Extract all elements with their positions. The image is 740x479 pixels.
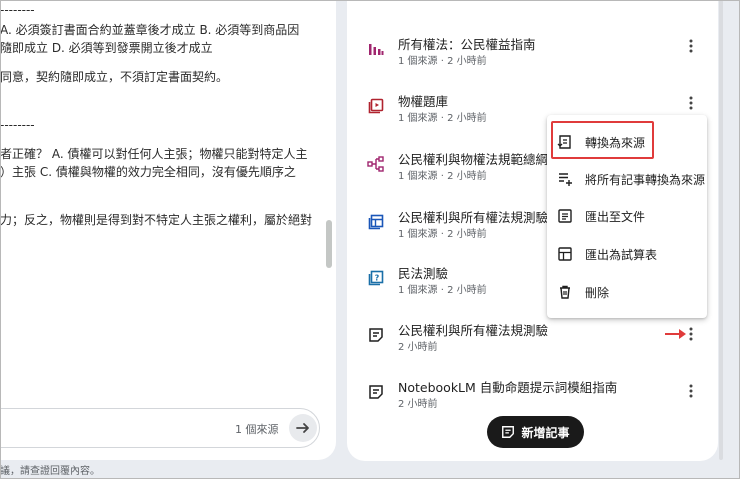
chat-line: ）主張 C. 債權與物權的效力完全相同，沒有優先順序之 xyxy=(0,165,296,179)
note-title: NotebookLM 自動命題提示詞模組指南 xyxy=(398,380,618,395)
chat-line: 力；反之，物權則是得到對不特定人主張之權利，屬於絕對 xyxy=(0,213,313,227)
note-add-icon xyxy=(502,426,515,438)
send-button[interactable] xyxy=(289,414,317,442)
quiz-icon: ? xyxy=(367,269,385,287)
chat-line: 隨即成立 D. 必須等到發票開立後才成立 xyxy=(0,41,213,55)
chat-input-box[interactable]: 1 個來源 xyxy=(0,408,320,448)
chat-line: -------- xyxy=(0,118,35,132)
chat-scrollbar[interactable] xyxy=(326,220,332,268)
menu-item-label: 匯出為試算表 xyxy=(585,247,658,262)
note-item[interactable]: 公民權利與所有權法規測驗 2 小時前 xyxy=(367,322,707,366)
chat-panel: -------- A. 必須簽訂書面合約並蓋章後才成立 B. 必須等到商品因 隨… xyxy=(0,0,336,460)
table-icon xyxy=(367,213,385,231)
convert-all-icon xyxy=(557,171,573,187)
menu-item-delete[interactable]: 刪除 xyxy=(547,275,707,309)
kebab-icon xyxy=(689,96,693,110)
more-options-button[interactable] xyxy=(683,381,699,401)
note-title: 物權題庫 xyxy=(398,94,449,109)
more-options-button[interactable] xyxy=(683,93,699,113)
export-doc-icon xyxy=(557,208,573,224)
menu-item-export-doc[interactable]: 匯出至文件 xyxy=(547,199,707,233)
menu-item-label: 刪除 xyxy=(585,285,610,300)
menu-item-convert-all-to-source[interactable]: 將所有記事轉換為來源 xyxy=(547,162,707,196)
note-meta: 1 個來源 · 2 小時前 xyxy=(398,56,487,67)
note-title: 民法測驗 xyxy=(398,266,449,281)
note-icon xyxy=(367,326,385,344)
menu-item-label: 匯出至文件 xyxy=(585,209,646,224)
more-options-button[interactable] xyxy=(683,36,699,56)
kebab-icon xyxy=(689,384,693,398)
note-icon xyxy=(367,383,385,401)
note-title: 公民權利與物權法規範總綱 xyxy=(398,152,549,167)
source-count: 1 個來源 xyxy=(235,423,279,436)
trash-icon xyxy=(557,284,573,300)
mind-map-icon xyxy=(367,155,385,173)
arrow-right-icon xyxy=(296,423,309,433)
note-meta: 1 個來源 · 2 小時前 xyxy=(398,171,487,182)
note-meta: 1 個來源 · 2 小時前 xyxy=(398,229,487,240)
chat-line: -------- xyxy=(0,3,35,17)
export-sheet-icon xyxy=(557,246,573,262)
note-item[interactable]: 所有權法：公民權益指南 1 個來源 · 2 小時前 xyxy=(367,36,707,80)
note-meta: 2 小時前 xyxy=(398,399,438,410)
chat-line: 者正確？ A. 債權可以對任何人主張；物權只能對特定人主 xyxy=(0,147,308,161)
menu-item-export-sheet[interactable]: 匯出為試算表 xyxy=(547,237,707,271)
svg-text:?: ? xyxy=(375,274,380,283)
annotation-arrow-icon xyxy=(665,329,686,339)
note-meta: 1 個來源 · 2 小時前 xyxy=(398,285,487,296)
note-title: 公民權利與所有權法規測驗 xyxy=(398,323,549,338)
disclaimer-text: 議，請查證回覆內容。 xyxy=(0,466,100,477)
chat-line: A. 必須簽訂書面合約並蓋章後才成立 B. 必須等到商品因 xyxy=(0,23,300,37)
note-title: 所有權法：公民權益指南 xyxy=(398,37,536,52)
note-meta: 2 小時前 xyxy=(398,342,438,353)
annotation-highlight-box xyxy=(551,121,654,159)
quiz-card-icon xyxy=(367,97,385,115)
note-meta: 1 個來源 · 2 小時前 xyxy=(398,113,487,124)
add-note-button[interactable]: 新增記事 xyxy=(487,416,584,448)
kebab-icon xyxy=(689,39,693,53)
chat-line: 同意，契約隨即成立，不須訂定書面契約。 xyxy=(0,70,229,84)
menu-item-label: 將所有記事轉換為來源 xyxy=(585,172,706,187)
notes-scrollbar[interactable] xyxy=(719,0,723,460)
add-note-label: 新增記事 xyxy=(521,425,570,440)
bar-chart-icon xyxy=(367,40,385,58)
kebab-icon xyxy=(689,327,693,341)
